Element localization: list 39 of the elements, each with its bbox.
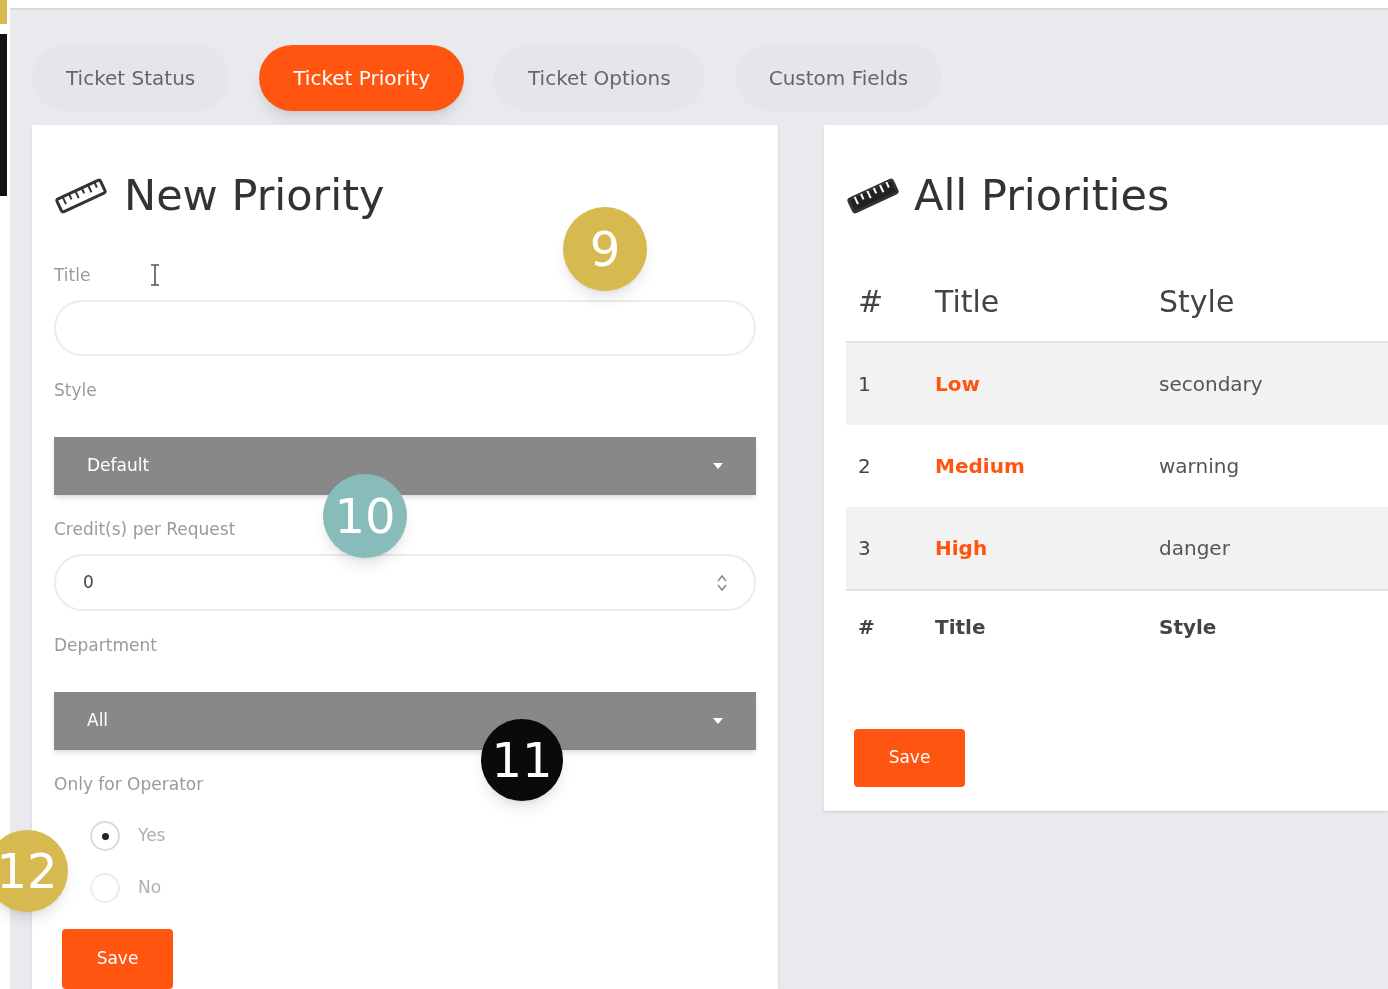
- title-field[interactable]: [54, 300, 756, 356]
- table-cell-text: Medium: [935, 452, 1026, 480]
- tab[interactable]: Custom Fields: [734, 45, 943, 111]
- radio-label: No: [138, 876, 162, 900]
- style-select[interactable]: Default: [54, 436, 756, 495]
- column-header: Title: [935, 283, 1001, 321]
- tab[interactable]: Ticket Status: [32, 45, 230, 111]
- field-label: Style: [54, 379, 98, 402]
- tab[interactable]: Ticket Priority: [259, 45, 464, 111]
- table-cell-text: Low: [935, 370, 981, 398]
- tab[interactable]: Ticket Options: [494, 45, 705, 111]
- field-label: Title: [54, 263, 91, 287]
- column-header: Style: [1159, 283, 1235, 321]
- field-label: Department: [54, 634, 158, 657]
- column-footer: Title: [935, 611, 1159, 642]
- text-cursor-icon: [150, 264, 161, 287]
- radio-button[interactable]: [90, 821, 120, 851]
- table-cell-text: High: [935, 534, 989, 562]
- caret-icon: [713, 717, 723, 724]
- save-button[interactable]: Save: [62, 929, 173, 989]
- field-label: Credit(s) per Request: [54, 517, 237, 541]
- table-cell-text: secondary: [1159, 370, 1263, 398]
- caret-icon: [713, 462, 723, 469]
- table-cell-text: 2: [857, 452, 872, 480]
- column-footer: #: [846, 611, 935, 642]
- column-header: #: [857, 283, 885, 321]
- edge-strip: [0, 0, 7, 24]
- card-heading: New Priority: [124, 169, 385, 223]
- table-cell-text: 1: [857, 370, 872, 398]
- field-label: Only for Operator: [54, 772, 205, 796]
- number-field[interactable]: 0: [54, 554, 756, 611]
- spinner-icon: [717, 573, 727, 592]
- table-cell-text: danger: [1159, 534, 1230, 562]
- radio-label: Yes: [138, 824, 166, 848]
- save-button[interactable]: Save: [854, 728, 965, 787]
- table-cell-text: warning: [1159, 452, 1240, 480]
- table-cell-text: 3: [857, 534, 872, 562]
- card-heading: All Priorities: [914, 169, 1170, 223]
- column-footer: Style: [1159, 611, 1217, 642]
